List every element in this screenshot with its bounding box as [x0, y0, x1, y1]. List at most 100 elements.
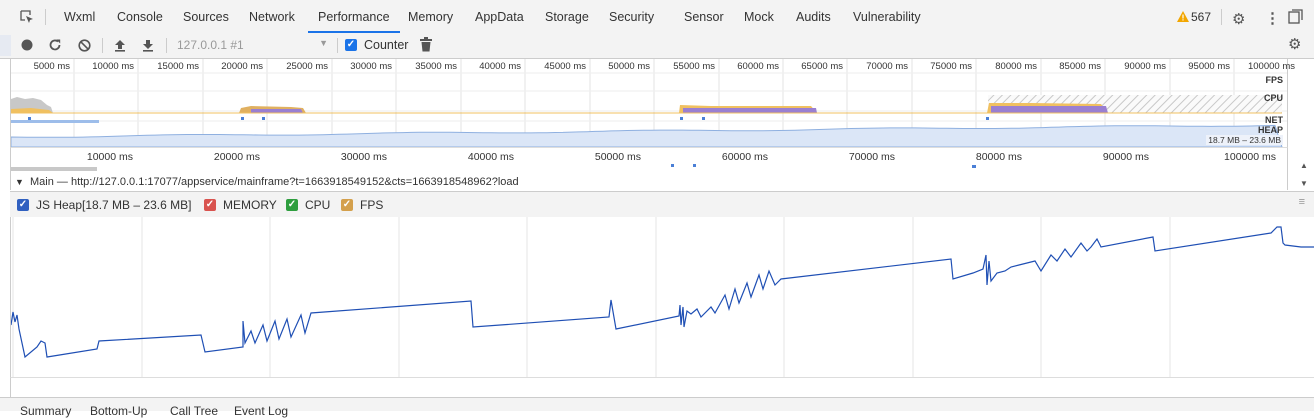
frames-collapsed-strip [11, 167, 97, 171]
net-row-label: NET [1265, 115, 1283, 125]
heap-chart-bottom-border [10, 377, 1314, 398]
capture-settings-gear-icon[interactable]: ⚙ [1288, 35, 1301, 53]
overview-tick-label: 95000 ms [1188, 61, 1230, 72]
scroll-up-icon[interactable]: ▲ [1300, 161, 1308, 170]
ruler-tick-label: 70000 ms [848, 151, 895, 163]
overview-tick-label: 50000 ms [608, 61, 650, 72]
overview-tick-label: 80000 ms [995, 61, 1037, 72]
ruler-tick-label: 60000 ms [721, 151, 768, 163]
tab-network[interactable]: Network [249, 0, 295, 33]
tab-sensor[interactable]: Sensor [684, 0, 724, 33]
cpu-area-1-purple [251, 109, 303, 113]
expand-triangle-icon[interactable]: ▼ [15, 174, 24, 190]
warning-count[interactable]: 567 [1191, 10, 1211, 24]
flamechart-scrollbar[interactable]: ▲ ▼ [1296, 161, 1314, 190]
inspect-element-icon[interactable] [20, 10, 34, 24]
profile-select[interactable]: 127.0.0.1 #1 ▼ [170, 36, 332, 55]
heap-range-label: 18.7 MB – 23.6 MB [1206, 135, 1283, 145]
cpu-area-2-purple [683, 108, 817, 113]
scroll-down-icon[interactable]: ▼ [1300, 179, 1308, 188]
main-thread-row[interactable]: ▼ Main — http://127.0.0.1:17077/appservi… [10, 174, 1288, 190]
overview-tick-label: 15000 ms [157, 61, 199, 72]
counter-label[interactable]: JS Heap[18.7 MB – 23.6 MB] [36, 198, 191, 212]
tab-vulnerability[interactable]: Vulnerability [853, 0, 921, 33]
overview-tick-label: 55000 ms [673, 61, 715, 72]
details-tab-call-tree[interactable]: Call Tree [170, 404, 218, 418]
ruler-tick-label: 100000 ms [1224, 151, 1276, 163]
overview-heap-area [11, 124, 1283, 147]
counter-label[interactable]: Counter [364, 38, 408, 52]
counter-checkbox-fps[interactable]: ✓ [341, 199, 353, 211]
overview-tick-label: 10000 ms [92, 61, 134, 72]
counter-checkbox-js-heap[interactable]: ✓ [17, 199, 29, 211]
counters-legend: ✓ JS Heap[18.7 MB – 23.6 MB] ✓ MEMORY ✓ CPU ✓ F… [10, 191, 1314, 219]
counter-label[interactable]: FPS [360, 198, 383, 212]
heap-graph [11, 217, 1314, 377]
record-icon[interactable] [19, 37, 35, 53]
counter-label[interactable]: CPU [305, 198, 330, 212]
download-profile-icon[interactable] [140, 37, 156, 53]
collect-garbage-icon[interactable] [420, 37, 432, 55]
overview-tick-label: 100000 ms [1247, 61, 1295, 72]
tab-appdata[interactable]: AppData [475, 0, 524, 33]
upload-profile-icon[interactable] [112, 37, 128, 53]
ruler-tick-label: 20000 ms [213, 151, 260, 163]
ruler-marker [972, 165, 976, 168]
overview-tick-label: 90000 ms [1124, 61, 1166, 72]
heap-row-label: HEAP [1257, 125, 1283, 135]
overview-tick-label: 20000 ms [221, 61, 263, 72]
settings-gear-icon[interactable]: ⚙ [1232, 10, 1245, 28]
timeline-overview[interactable]: 5000 ms 10000 ms 15000 ms 20000 ms 25000 ms 3… [10, 59, 1295, 147]
more-menu-icon[interactable]: ⋮ [1265, 9, 1280, 27]
flamechart-ruler[interactable]: 10000 ms 20000 ms 30000 ms 40000 ms 50000 ms… [10, 147, 1288, 175]
overview-graph [11, 59, 1287, 147]
tab-performance[interactable]: Performance [308, 0, 400, 33]
overview-tick-label: 5000 ms [33, 61, 70, 72]
tab-console[interactable]: Console [117, 0, 163, 33]
details-tab-summary[interactable]: Summary [20, 404, 71, 418]
tab-mock[interactable]: Mock [744, 0, 774, 33]
overview-tick-label: 45000 ms [544, 61, 586, 72]
ruler-marker [693, 164, 696, 167]
counter-checkbox-memory[interactable]: ✓ [204, 199, 216, 211]
overview-tick-label: 60000 ms [737, 61, 779, 72]
ruler-tick-label: 80000 ms [975, 151, 1022, 163]
reload-icon[interactable] [47, 37, 63, 53]
cpu-area-3-purple [991, 106, 1108, 113]
tab-memory[interactable]: Memory [408, 0, 453, 33]
ruler-tick-label: 90000 ms [1102, 151, 1149, 163]
dock-side-icon[interactable] [1288, 9, 1303, 24]
performance-toolbar: 127.0.0.1 #1 ▼ ✓ Counter ⚙ [0, 33, 1314, 59]
tab-sources[interactable]: Sources [183, 0, 229, 33]
details-tabs: Summary Bottom-Up Call Tree Event Log [0, 397, 1314, 418]
toolbar-left-stripe [0, 35, 11, 56]
net-bar [11, 120, 99, 123]
overview-tick-label: 85000 ms [1059, 61, 1101, 72]
overview-tick-label: 30000 ms [350, 61, 392, 72]
js-heap-counter-chart[interactable] [10, 217, 1314, 377]
details-tab-bottom-up[interactable]: Bottom-Up [90, 404, 147, 418]
fps-row-label: FPS [1265, 75, 1283, 85]
details-tab-event-log[interactable]: Event Log [234, 404, 288, 418]
overview-tick-label: 25000 ms [286, 61, 328, 72]
resize-grip-icon[interactable]: ≡ [1299, 196, 1305, 208]
main-thread-label: Main — http://127.0.0.1:17077/appservice… [30, 176, 519, 188]
tab-wxml[interactable]: Wxml [64, 0, 95, 33]
overview-tick-label: 70000 ms [866, 61, 908, 72]
warning-icon [1177, 11, 1189, 25]
ruler-tick-label: 10000 ms [86, 151, 133, 163]
profile-select-value: 127.0.0.1 #1 [177, 38, 244, 52]
tab-security[interactable]: Security [609, 0, 654, 33]
overview-tick-label: 75000 ms [930, 61, 972, 72]
clear-icon[interactable] [76, 37, 92, 53]
counter-checkbox[interactable]: ✓ [345, 39, 357, 51]
overview-tick-label: 65000 ms [801, 61, 843, 72]
tab-separator [1221, 9, 1222, 25]
tab-audits[interactable]: Audits [796, 0, 831, 33]
tab-storage[interactable]: Storage [545, 0, 589, 33]
toolbar-separator [166, 38, 167, 53]
counter-checkbox-cpu[interactable]: ✓ [286, 199, 298, 211]
ruler-tick-label: 50000 ms [594, 151, 641, 163]
counter-label[interactable]: MEMORY [223, 198, 277, 212]
cpu-row-label: CPU [1263, 93, 1283, 103]
